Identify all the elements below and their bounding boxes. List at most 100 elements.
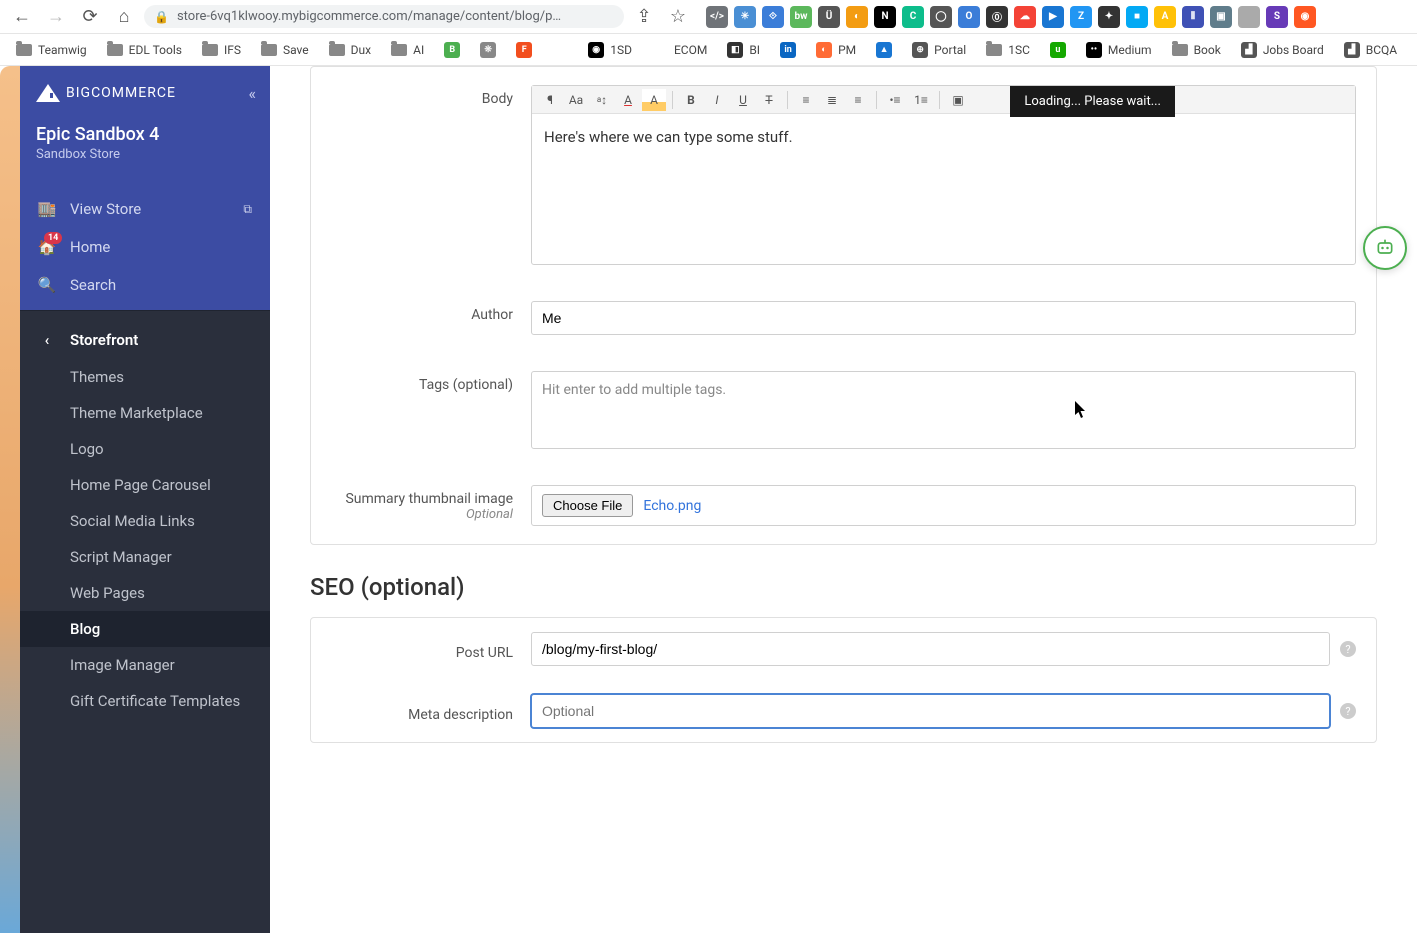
bookmark-item[interactable]: AI [383, 39, 432, 61]
extension-icon[interactable]: ⓪ [986, 6, 1008, 28]
bigcommerce-mark-icon [36, 84, 60, 102]
bookmark-item[interactable]: B [436, 38, 468, 62]
star-icon[interactable]: ☆ [664, 3, 692, 31]
extension-icon[interactable]: ⫴ [1182, 6, 1204, 28]
help-widget[interactable] [1363, 226, 1407, 270]
bookmark-item[interactable]: ••Medium [1078, 38, 1160, 62]
bookmark-item[interactable]: EDL Tools [99, 39, 190, 61]
author-input[interactable] [531, 301, 1356, 335]
bookmark-item[interactable]: IFS [194, 39, 249, 61]
extension-icon[interactable]: ■ [1126, 6, 1148, 28]
extension-icon[interactable] [1238, 6, 1260, 28]
sidebar-item-image-manager[interactable]: Image Manager [20, 647, 270, 683]
share-icon[interactable]: ⇪ [630, 3, 658, 31]
text-color-button[interactable]: A [616, 89, 640, 111]
body-editor[interactable]: Here's where we can type some stuff. [532, 114, 1355, 264]
sidebar-view-store[interactable]: 🏬 View Store ⧉ [20, 190, 270, 228]
sidebar-home[interactable]: 🏠 14 Home [20, 228, 270, 266]
extension-icon[interactable]: ◯ [930, 6, 952, 28]
post-url-input[interactable] [531, 632, 1330, 666]
font-family-button[interactable]: Aa [564, 89, 588, 111]
bookmark-item[interactable]: Teamwig [8, 39, 95, 61]
loading-toast: Loading... Please wait... [1010, 86, 1175, 117]
external-link-icon: ⧉ [243, 202, 252, 217]
extension-icon[interactable]: ▶ [1042, 6, 1064, 28]
sidebar-item-logo[interactable]: Logo [20, 431, 270, 467]
extension-icon[interactable]: bw [790, 6, 812, 28]
align-left-button[interactable]: ≡ [794, 89, 818, 111]
extension-icon[interactable]: S [1266, 6, 1288, 28]
bookmark-item[interactable]: 〰 [544, 38, 576, 62]
bookmark-item[interactable]: in [772, 38, 804, 62]
back-button[interactable]: ← [8, 3, 36, 31]
sidebar-search[interactable]: 🔍 Search [20, 266, 270, 304]
align-center-button[interactable]: ≣ [820, 89, 844, 111]
extension-icon[interactable]: ◐ [846, 6, 868, 28]
highlight-button[interactable]: A [642, 89, 666, 111]
extension-icon[interactable]: ✳ [734, 6, 756, 28]
italic-button[interactable]: I [705, 89, 729, 111]
sidebar-item-social-media-links[interactable]: Social Media Links [20, 503, 270, 539]
home-button[interactable]: ⌂ [110, 3, 138, 31]
extension-icon[interactable]: </> [706, 6, 728, 28]
extension-icon[interactable]: ◉ [1294, 6, 1316, 28]
bookmark-item[interactable]: Book [1164, 39, 1229, 61]
store-type: Sandbox Store [36, 147, 254, 162]
sidebar-item-theme-marketplace[interactable]: Theme Marketplace [20, 395, 270, 431]
post-url-help-icon[interactable]: ? [1340, 641, 1356, 657]
bookmark-item[interactable]: ◉1SD [580, 38, 640, 62]
align-right-button[interactable]: ≡ [846, 89, 870, 111]
bot-icon [1375, 238, 1395, 258]
bookmark-item[interactable]: ▟Jobs Board [1233, 38, 1332, 62]
sidebar-item-script-manager[interactable]: Script Manager [20, 539, 270, 575]
address-bar[interactable]: 🔒 store-6vq1klwooy.mybigcommerce.com/man… [144, 5, 624, 28]
reload-button[interactable]: ⟳ [76, 3, 104, 31]
bookmark-item[interactable]: ◐PM [808, 38, 864, 62]
extension-icon[interactable]: N [874, 6, 896, 28]
meta-description-help-icon[interactable]: ? [1340, 703, 1356, 719]
bookmark-item[interactable]: ❊ [472, 38, 504, 62]
number-list-button[interactable]: 1≡ [909, 89, 933, 111]
bookmark-item[interactable]: ▲ [868, 38, 900, 62]
extension-icon[interactable]: ▣ [1210, 6, 1232, 28]
extension-icon[interactable]: C [902, 6, 924, 28]
underline-button[interactable]: U [731, 89, 755, 111]
bookmark-item[interactable]: ⊕Portal [904, 38, 974, 62]
bookmark-item[interactable]: Save [253, 39, 317, 61]
sidebar-item-themes[interactable]: Themes [20, 359, 270, 395]
forward-button[interactable]: → [42, 3, 70, 31]
extension-icon[interactable]: ⟐ [762, 6, 784, 28]
bookmark-item[interactable]: F [508, 38, 540, 62]
sidebar-item-gift-certificate-templates[interactable]: Gift Certificate Templates [20, 683, 270, 719]
paragraph-format-button[interactable]: ¶ [538, 89, 562, 111]
extension-icon[interactable]: ☁ [1014, 6, 1036, 28]
bookmark-item[interactable]: eECOM [644, 38, 715, 62]
bookmark-item[interactable]: 1SC [978, 39, 1038, 61]
extension-icon[interactable]: ✦ [1098, 6, 1120, 28]
strikethrough-button[interactable]: T [757, 89, 781, 111]
choose-file-button[interactable]: Choose File [542, 494, 633, 517]
post-url-label: Post URL [331, 637, 531, 661]
bookmark-item[interactable]: ▟BCQA [1336, 38, 1405, 62]
bold-button[interactable]: B [679, 89, 703, 111]
bookmark-item[interactable]: Dux [321, 39, 379, 61]
meta-description-input[interactable] [531, 694, 1330, 728]
bookmark-item[interactable]: ◧BI [719, 38, 768, 62]
insert-image-button[interactable]: ▣ [946, 89, 970, 111]
extension-icon[interactable]: A [1154, 6, 1176, 28]
sidebar-item-home-page-carousel[interactable]: Home Page Carousel [20, 467, 270, 503]
font-size-button[interactable]: a↕ [590, 89, 614, 111]
bullet-list-button[interactable]: •≡ [883, 89, 907, 111]
bookmark-item[interactable]: u [1042, 38, 1074, 62]
extension-icon[interactable]: Ü [818, 6, 840, 28]
extension-icon[interactable]: O [958, 6, 980, 28]
collapse-sidebar-button[interactable]: « [248, 84, 256, 103]
body-label: Body [331, 85, 531, 107]
sidebar-item-web-pages[interactable]: Web Pages [20, 575, 270, 611]
tags-input[interactable]: Hit enter to add multiple tags. [531, 371, 1356, 449]
lock-icon: 🔒 [154, 10, 169, 24]
editor-toolbar: ¶ Aa a↕ A A B I U T ≡ ≣ [532, 86, 1355, 114]
sidebar-item-blog[interactable]: Blog [20, 611, 270, 647]
extension-icon[interactable]: Z [1070, 6, 1092, 28]
sidebar-section-storefront[interactable]: ‹ Storefront [20, 321, 270, 359]
